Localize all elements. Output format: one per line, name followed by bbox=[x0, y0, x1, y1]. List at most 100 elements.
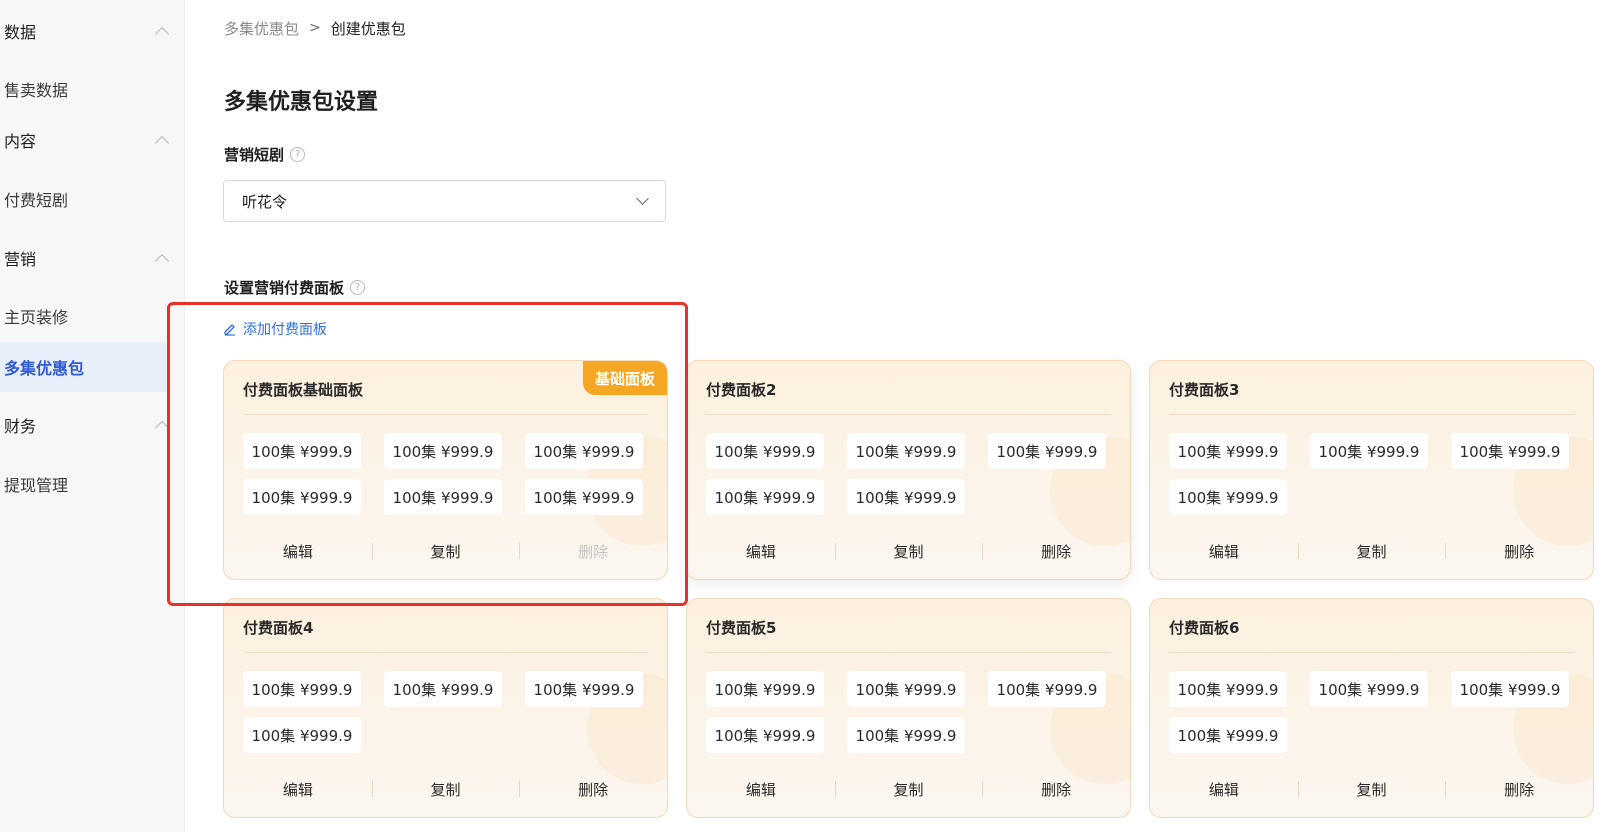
panel-card: 付费面板3 100集 ¥999.9 100集 ¥999.9 100集 ¥999.9 10… bbox=[1149, 360, 1594, 580]
price-chip: 100集 ¥999.9 bbox=[847, 479, 965, 515]
price-chip: 100集 ¥999.9 bbox=[525, 433, 643, 469]
sidebar-item-multi-episode-pack[interactable]: 多集优惠包 bbox=[0, 342, 170, 392]
panel-section-label: 设置营销付费面板 ? bbox=[224, 276, 366, 298]
edit-button[interactable]: 编辑 bbox=[1150, 779, 1298, 800]
nav-group-data[interactable]: 数据 bbox=[0, 11, 185, 51]
edit-button[interactable]: 编辑 bbox=[224, 541, 372, 562]
copy-button[interactable]: 复制 bbox=[834, 779, 983, 800]
panel-card-title: 付费面板基础面板 bbox=[243, 380, 364, 399]
copy-button[interactable]: 复制 bbox=[1297, 541, 1446, 562]
add-panel-label: 添加付费面板 bbox=[243, 322, 327, 338]
breadcrumb: 多集优惠包 > 创建优惠包 bbox=[224, 16, 406, 40]
panel-section-label-text: 设置营销付费面板 bbox=[224, 278, 345, 297]
price-chip: 100集 ¥999.9 bbox=[1310, 671, 1428, 707]
sidebar-item-label: 售卖数据 bbox=[4, 81, 69, 100]
panel-card-title: 付费面板5 bbox=[706, 618, 777, 637]
sidebar-item-label: 提现管理 bbox=[4, 476, 69, 495]
card-actions: 编辑 复制 删除 bbox=[1150, 761, 1593, 817]
chevron-up-icon bbox=[154, 26, 170, 41]
price-chip: 100集 ¥999.9 bbox=[525, 671, 643, 707]
card-divider bbox=[1169, 652, 1574, 653]
price-chip: 100集 ¥999.9 bbox=[525, 479, 643, 515]
copy-button[interactable]: 复制 bbox=[1297, 779, 1446, 800]
panel-card: 付费面板4 100集 ¥999.9 100集 ¥999.9 100集 ¥999.9 10… bbox=[223, 598, 668, 818]
price-chip: 100集 ¥999.9 bbox=[1169, 479, 1287, 515]
page-title: 多集优惠包设置 bbox=[224, 90, 379, 115]
edit-button[interactable]: 编辑 bbox=[687, 779, 835, 800]
price-chip: 100集 ¥999.9 bbox=[384, 671, 502, 707]
sidebar-item-label: 付费短剧 bbox=[4, 191, 69, 210]
chevron-up-icon bbox=[154, 420, 170, 435]
breadcrumb-current: 创建优惠包 bbox=[330, 19, 406, 38]
sidebar-item-label: 多集优惠包 bbox=[4, 359, 85, 378]
price-chip: 100集 ¥999.9 bbox=[706, 717, 824, 753]
sidebar-item-paid-drama[interactable]: 付费短剧 bbox=[0, 174, 170, 224]
price-chip: 100集 ¥999.9 bbox=[384, 433, 502, 469]
add-panel-link[interactable]: 添加付费面板 bbox=[223, 318, 327, 340]
copy-button[interactable]: 复制 bbox=[834, 541, 983, 562]
edit-button[interactable]: 编辑 bbox=[687, 541, 835, 562]
drama-select-value: 听花令 bbox=[242, 192, 288, 211]
nav-group-label: 营销 bbox=[4, 250, 37, 269]
edit-button[interactable]: 编辑 bbox=[1150, 541, 1298, 562]
card-actions: 编辑 复制 删除 bbox=[687, 523, 1130, 579]
panel-card-title: 付费面板2 bbox=[706, 380, 777, 399]
price-chip: 100集 ¥999.9 bbox=[847, 671, 965, 707]
price-chip: 100集 ¥999.9 bbox=[706, 433, 824, 469]
card-actions: 编辑 复制 删除 bbox=[687, 761, 1130, 817]
help-icon[interactable]: ? bbox=[290, 146, 306, 162]
delete-button[interactable]: 删除 bbox=[1445, 779, 1593, 800]
price-chip: 100集 ¥999.9 bbox=[384, 479, 502, 515]
price-chip: 100集 ¥999.9 bbox=[243, 717, 361, 753]
panel-card: 付费面板基础面板 基础面板 100集 ¥999.9 100集 ¥999.9 100集 ¥… bbox=[223, 360, 668, 580]
card-actions: 编辑 复制 删除 bbox=[224, 523, 667, 579]
card-divider bbox=[706, 414, 1111, 415]
sidebar-item-sales-data[interactable]: 售卖数据 bbox=[0, 64, 170, 114]
panel-card-title: 付费面板4 bbox=[243, 618, 314, 637]
price-chip: 100集 ¥999.9 bbox=[988, 433, 1106, 469]
delete-button[interactable]: 删除 bbox=[519, 779, 667, 800]
panel-card-title: 付费面板6 bbox=[1169, 618, 1240, 637]
chevron-down-icon bbox=[636, 192, 649, 205]
price-chip: 100集 ¥999.9 bbox=[1169, 717, 1287, 753]
base-panel-badge: 基础面板 bbox=[582, 361, 667, 395]
price-chip: 100集 ¥999.9 bbox=[1451, 433, 1569, 469]
price-chip: 100集 ¥999.9 bbox=[706, 479, 824, 515]
price-chip: 100集 ¥999.9 bbox=[243, 433, 361, 469]
price-chip: 100集 ¥999.9 bbox=[988, 671, 1106, 707]
card-divider bbox=[1169, 414, 1574, 415]
drama-field-label-text: 营销短剧 bbox=[224, 145, 285, 164]
nav-group-label: 数据 bbox=[4, 23, 37, 42]
card-divider bbox=[243, 652, 648, 653]
delete-button[interactable]: 删除 bbox=[982, 541, 1130, 562]
panel-card: 付费面板5 100集 ¥999.9 100集 ¥999.9 100集 ¥999.9 10… bbox=[686, 598, 1131, 818]
nav-group-marketing[interactable]: 营销 bbox=[0, 238, 185, 278]
nav-group-content[interactable]: 内容 bbox=[0, 120, 185, 160]
help-icon[interactable]: ? bbox=[350, 279, 366, 295]
price-chip: 100集 ¥999.9 bbox=[1169, 433, 1287, 469]
sidebar-item-homepage-decor[interactable]: 主页装修 bbox=[0, 291, 170, 341]
copy-button[interactable]: 复制 bbox=[371, 779, 520, 800]
card-divider bbox=[243, 414, 648, 415]
drama-select[interactable]: 听花令 bbox=[223, 180, 666, 222]
breadcrumb-separator: > bbox=[309, 20, 321, 36]
nav-group-finance[interactable]: 财务 bbox=[0, 405, 185, 445]
panel-card: 付费面板6 100集 ¥999.9 100集 ¥999.9 100集 ¥999.9 10… bbox=[1149, 598, 1594, 818]
sidebar-item-withdrawal[interactable]: 提现管理 bbox=[0, 459, 170, 509]
price-chip: 100集 ¥999.9 bbox=[1169, 671, 1287, 707]
copy-button[interactable]: 复制 bbox=[371, 541, 520, 562]
breadcrumb-parent[interactable]: 多集优惠包 bbox=[224, 18, 299, 39]
panel-card-title: 付费面板3 bbox=[1169, 380, 1240, 399]
drama-field-label: 营销短剧 ? bbox=[224, 143, 306, 165]
panel-card: 付费面板2 100集 ¥999.9 100集 ¥999.9 100集 ¥999.9 10… bbox=[686, 360, 1131, 580]
price-chip: 100集 ¥999.9 bbox=[1310, 433, 1428, 469]
delete-button[interactable]: 删除 bbox=[1445, 541, 1593, 562]
nav-group-label: 内容 bbox=[4, 132, 37, 151]
price-chip: 100集 ¥999.9 bbox=[243, 479, 361, 515]
sidebar-item-label: 主页装修 bbox=[4, 308, 69, 327]
price-chip: 100集 ¥999.9 bbox=[706, 671, 824, 707]
price-chip: 100集 ¥999.9 bbox=[1451, 671, 1569, 707]
chevron-up-icon bbox=[154, 135, 170, 150]
delete-button[interactable]: 删除 bbox=[982, 779, 1130, 800]
edit-button[interactable]: 编辑 bbox=[224, 779, 372, 800]
